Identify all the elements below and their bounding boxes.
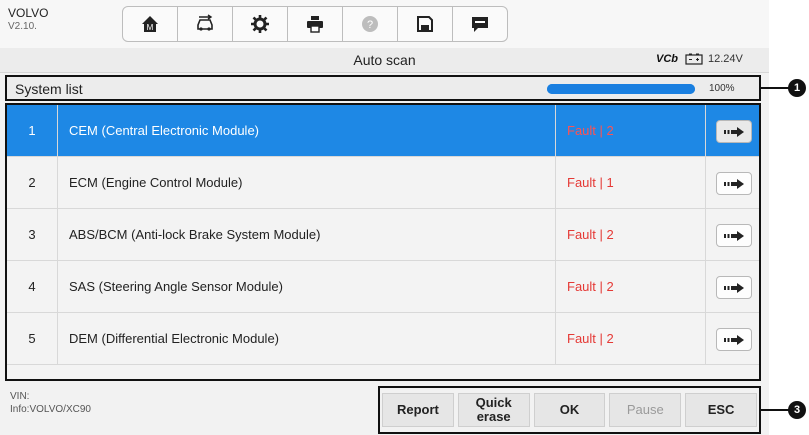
column-divider — [705, 261, 706, 312]
row-number: 3 — [7, 209, 58, 260]
print-button[interactable] — [288, 6, 343, 42]
table-row[interactable]: 5 DEM (Differential Electronic Module) Fau… — [7, 313, 759, 365]
brand: VOLVO V2.10. — [8, 6, 48, 34]
system-list-label: System list — [15, 81, 83, 97]
enter-system-button[interactable] — [716, 172, 752, 195]
system-list-header: System list 100% — [5, 75, 761, 101]
column-divider — [555, 157, 556, 208]
settings-icon — [251, 15, 269, 33]
fault-status: Fault | 2 — [567, 331, 614, 346]
save-icon — [417, 16, 433, 32]
home-button[interactable]: M — [122, 6, 178, 42]
table-row[interactable]: 1 CEM (Central Electronic Module) Fault | … — [7, 105, 759, 157]
row-number: 4 — [7, 261, 58, 312]
action-bar: Report Quick erase OK Pause ESC — [378, 386, 761, 434]
vci-status: VCb — [656, 53, 678, 65]
top-bar: VOLVO V2.10. M ? — [0, 0, 769, 49]
arrow-right-icon — [724, 126, 744, 137]
software-version: V2.10. — [8, 21, 37, 32]
system-name: DEM (Differential Electronic Module) — [69, 331, 279, 346]
arrow-right-icon — [724, 334, 744, 345]
column-divider — [555, 105, 556, 156]
scan-progress-fill — [547, 84, 695, 94]
esc-button[interactable]: ESC — [685, 393, 757, 427]
help-icon: ? — [362, 16, 378, 32]
scan-progress-percent: 100% — [709, 83, 735, 94]
vehicle-info-text: Info:VOLVO/XC90 — [10, 404, 91, 415]
battery-voltage: 12.24V — [708, 53, 743, 65]
data-logging-icon — [472, 17, 488, 32]
arrow-right-icon — [724, 230, 744, 241]
callout-marker-1: 1 — [788, 79, 806, 97]
column-divider — [705, 157, 706, 208]
fault-status: Fault | 2 — [567, 227, 614, 242]
row-number: 1 — [7, 105, 58, 156]
title-bar: Auto scan VCb 12.24V — [0, 48, 769, 73]
enter-system-button[interactable] — [716, 328, 752, 351]
system-name: CEM (Central Electronic Module) — [69, 123, 260, 138]
column-divider — [705, 313, 706, 364]
brand-name: VOLVO — [8, 6, 49, 20]
vin-label: VIN: — [10, 391, 30, 402]
ok-button[interactable]: OK — [533, 393, 606, 427]
print-icon — [307, 16, 323, 33]
vehicle-swap-button[interactable] — [178, 6, 233, 42]
column-divider — [705, 105, 706, 156]
data-logging-button[interactable] — [453, 6, 508, 42]
svg-text:M: M — [147, 23, 154, 32]
callout-line-1 — [761, 87, 791, 89]
column-divider — [705, 209, 706, 260]
enter-system-button[interactable] — [716, 224, 752, 247]
vehicle-info: VIN: Info:VOLVO/XC90 — [10, 390, 91, 416]
help-button[interactable]: ? — [343, 6, 398, 42]
svg-text:?: ? — [367, 19, 373, 31]
callout-marker-3: 3 — [788, 401, 806, 419]
pause-button: Pause — [609, 393, 682, 427]
fault-status: Fault | 2 — [567, 279, 614, 294]
callout-line-3 — [761, 409, 791, 411]
row-number: 2 — [7, 157, 58, 208]
system-name: ABS/BCM (Anti-lock Brake System Module) — [69, 227, 321, 242]
system-name: SAS (Steering Angle Sensor Module) — [69, 279, 283, 294]
settings-button[interactable] — [233, 6, 288, 42]
system-name: ECM (Engine Control Module) — [69, 175, 243, 190]
column-divider — [555, 313, 556, 364]
vehicle-swap-icon — [197, 14, 213, 31]
table-row[interactable]: 2 ECM (Engine Control Module) Fault | 1 — [7, 157, 759, 209]
table-row[interactable]: 4 SAS (Steering Angle Sensor Module) Fault… — [7, 261, 759, 313]
table-row[interactable]: 3 ABS/BCM (Anti-lock Brake System Module)… — [7, 209, 759, 261]
quick-erase-button[interactable]: Quick erase — [457, 393, 530, 427]
scan-progress-bar — [547, 84, 695, 94]
fault-status: Fault | 1 — [567, 175, 614, 190]
page-title: Auto scan — [353, 52, 416, 68]
battery-icon — [685, 53, 703, 65]
report-button[interactable]: Report — [382, 393, 454, 427]
toolbar: M ? — [122, 6, 508, 42]
app-window: VOLVO V2.10. M ? Auto scan VCb 12.24V Sy… — [0, 0, 769, 435]
arrow-right-icon — [724, 178, 744, 189]
arrow-right-icon — [724, 282, 744, 293]
row-number: 5 — [7, 313, 58, 364]
fault-status: Fault | 2 — [567, 123, 614, 138]
table-row-partial — [7, 365, 759, 379]
column-divider — [555, 209, 556, 260]
system-table: 1 CEM (Central Electronic Module) Fault | … — [5, 103, 761, 381]
column-divider — [555, 261, 556, 312]
enter-system-button[interactable] — [716, 120, 752, 143]
home-icon: M — [142, 16, 158, 32]
save-button[interactable] — [398, 6, 453, 42]
enter-system-button[interactable] — [716, 276, 752, 299]
